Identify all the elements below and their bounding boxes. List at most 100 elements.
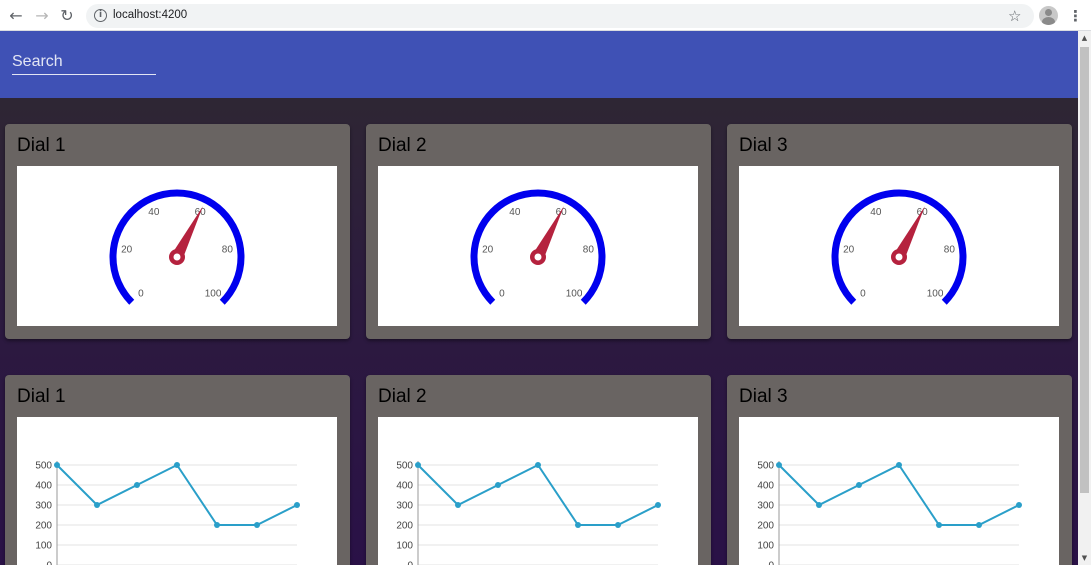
line-chart: 500 400 300 200 100 0 xyxy=(396,461,661,565)
data-point xyxy=(1016,502,1022,508)
gauge-needle-pivot xyxy=(895,253,903,261)
gauge-tick-label: 80 xyxy=(583,245,595,256)
data-point xyxy=(856,482,862,488)
card-title: Dial 1 xyxy=(17,386,66,407)
gauge-needle-pivot xyxy=(173,253,181,261)
card-title: Dial 2 xyxy=(378,135,427,156)
back-icon[interactable]: ← xyxy=(6,6,26,26)
gauge-tick-label: 100 xyxy=(566,289,583,300)
data-point xyxy=(495,482,501,488)
card-title: Dial 3 xyxy=(739,386,788,407)
data-point xyxy=(936,522,942,528)
card-title: Dial 3 xyxy=(739,135,788,156)
y-tick-label: 500 xyxy=(396,461,413,472)
y-tick-label: 400 xyxy=(757,481,774,492)
data-point xyxy=(816,502,822,508)
card-title: Dial 2 xyxy=(378,386,427,407)
scroll-down-arrow-icon[interactable]: ▼ xyxy=(1078,551,1091,565)
browser-menu-icon[interactable]: ⋮ xyxy=(1068,6,1083,26)
app-viewport: Dial 1 020406080100 Dial 2 020406080100 … xyxy=(0,31,1078,565)
forward-icon[interactable]: → xyxy=(32,6,52,26)
gauge-dial: 020406080100 xyxy=(831,189,967,305)
gauge-needle-pivot xyxy=(534,253,542,261)
y-tick-label: 200 xyxy=(35,521,52,532)
chart-card: Dial 1 500 400 300 200 100 0 xyxy=(5,375,350,565)
data-point xyxy=(214,522,220,528)
y-tick-label: 0 xyxy=(768,561,774,565)
address-url[interactable]: localhost:4200 xyxy=(113,9,187,21)
y-tick-label: 500 xyxy=(757,461,774,472)
gauge-tick-label: 80 xyxy=(222,245,234,256)
data-point xyxy=(294,502,300,508)
y-tick-label: 100 xyxy=(757,541,774,552)
data-point xyxy=(896,462,902,468)
data-point xyxy=(455,502,461,508)
scroll-up-arrow-icon[interactable]: ▲ xyxy=(1078,31,1091,45)
reload-icon[interactable]: ↻ xyxy=(57,6,77,26)
data-point xyxy=(976,522,982,528)
gauge-tick-label: 40 xyxy=(148,207,160,218)
profile-avatar-icon[interactable] xyxy=(1039,6,1058,25)
data-point xyxy=(575,522,581,528)
chart-card: Dial 3 500 400 300 200 100 0 xyxy=(727,375,1072,565)
series-line xyxy=(56,463,298,526)
gauge-tick-label: 40 xyxy=(870,207,882,218)
y-tick-label: 100 xyxy=(396,541,413,552)
gauge-tick-label: 0 xyxy=(138,289,144,300)
gauge-tick-label: 20 xyxy=(843,245,855,256)
data-point xyxy=(134,482,140,488)
gauge-panel: 020406080100 xyxy=(739,166,1059,326)
y-tick-label: 200 xyxy=(396,521,413,532)
y-tick-label: 0 xyxy=(46,561,52,565)
gauge-tick-label: 0 xyxy=(499,289,505,300)
data-point xyxy=(776,462,782,468)
chart-panel: 500 400 300 200 100 0 xyxy=(17,417,337,565)
gauge-tick-label: 40 xyxy=(509,207,521,218)
page-scrollbar[interactable]: ▲ ▼ xyxy=(1078,31,1091,565)
y-tick-label: 300 xyxy=(396,501,413,512)
gauge-dial: 020406080100 xyxy=(470,189,606,305)
line-chart: 500 400 300 200 100 0 xyxy=(35,461,300,565)
y-tick-label: 400 xyxy=(35,481,52,492)
app-toolbar xyxy=(0,31,1078,98)
y-tick-label: 100 xyxy=(35,541,52,552)
line-chart: 500 400 300 200 100 0 xyxy=(757,461,1022,565)
gauge-tick-label: 100 xyxy=(927,289,944,300)
data-point xyxy=(415,462,421,468)
data-point xyxy=(535,462,541,468)
scrollbar-thumb[interactable] xyxy=(1080,47,1089,493)
y-tick-label: 0 xyxy=(407,561,413,565)
info-icon[interactable]: i xyxy=(94,9,107,22)
y-tick-label: 200 xyxy=(757,521,774,532)
gauge-tick-label: 0 xyxy=(860,289,866,300)
y-tick-label: 300 xyxy=(35,501,52,512)
gauge-tick-label: 20 xyxy=(121,245,133,256)
gauge-tick-label: 20 xyxy=(482,245,494,256)
data-point xyxy=(655,502,661,508)
chart-panel: 500 400 300 200 100 0 xyxy=(378,417,698,565)
data-point xyxy=(254,522,260,528)
gauge-dial: 020406080100 xyxy=(109,189,245,305)
gauge-card: Dial 1 020406080100 xyxy=(5,124,350,339)
gauge-card: Dial 2 020406080100 xyxy=(366,124,711,339)
data-point xyxy=(54,462,60,468)
bookmark-star-icon[interactable]: ☆ xyxy=(1008,6,1021,26)
gauge-tick-label: 80 xyxy=(944,245,956,256)
data-point xyxy=(615,522,621,528)
y-tick-label: 500 xyxy=(35,461,52,472)
gauge-card: Dial 3 020406080100 xyxy=(727,124,1072,339)
series-line xyxy=(417,463,659,526)
browser-toolbar: ← → ↻ i localhost:4200 ☆ ⋮ xyxy=(0,0,1091,31)
search-input[interactable] xyxy=(12,49,156,75)
card-title: Dial 1 xyxy=(17,135,66,156)
gauge-panel: 020406080100 xyxy=(17,166,337,326)
gauge-tick-label: 100 xyxy=(205,289,222,300)
y-tick-label: 400 xyxy=(396,481,413,492)
chart-card: Dial 2 500 400 300 200 100 0 xyxy=(366,375,711,565)
gauge-panel: 020406080100 xyxy=(378,166,698,326)
data-point xyxy=(94,502,100,508)
y-tick-label: 300 xyxy=(757,501,774,512)
data-point xyxy=(174,462,180,468)
address-bar[interactable]: i localhost:4200 xyxy=(86,4,1034,28)
series-line xyxy=(778,463,1020,526)
